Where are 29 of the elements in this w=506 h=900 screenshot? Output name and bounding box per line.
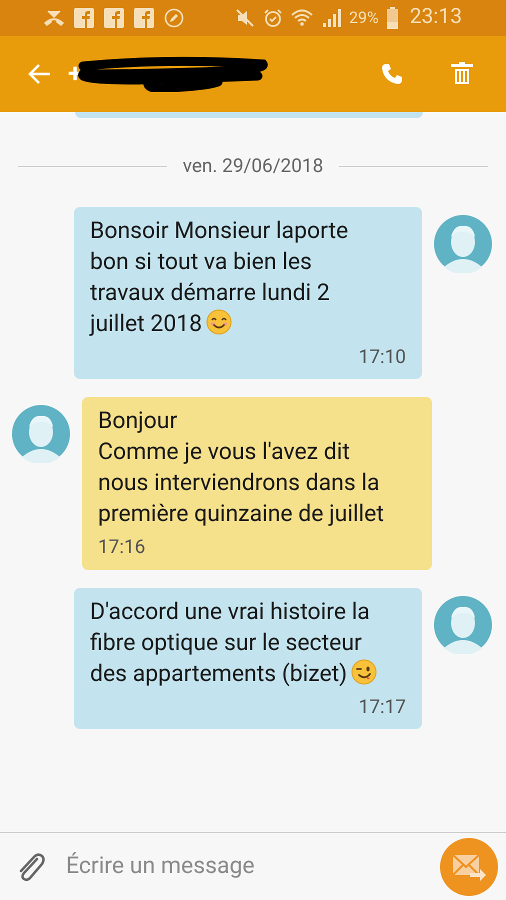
battery-percent: 29% [349, 7, 379, 29]
winking-face-icon [351, 658, 378, 684]
signal-icon [321, 8, 341, 28]
avatar-icon [434, 596, 492, 654]
missed-call-icon [44, 9, 64, 27]
back-arrow-icon [28, 63, 52, 85]
phone-icon [380, 62, 404, 86]
clock: 23:13 [410, 4, 462, 32]
mute-icon [235, 8, 255, 28]
alarm-icon [263, 8, 283, 28]
message-input[interactable]: Écrire un message [66, 849, 422, 884]
battery-icon [386, 7, 398, 29]
message-time: 17:17 [358, 694, 406, 720]
message-text: Bonjour Comme je vous l'avez dit nous interviendrons dans la première quinzaine de juillet [98, 406, 385, 529]
message-text: D'accord une vrai histoire la fibre optique sur le secteur des appartements (bizet) [90, 596, 390, 688]
avatar-icon [434, 214, 492, 272]
facebook-icon [74, 8, 94, 28]
envelope-arrow-icon [452, 852, 486, 880]
trash-icon [451, 62, 473, 86]
message-time: 17:16 [98, 534, 146, 560]
facebook-icon [104, 8, 124, 28]
message-time: 17:10 [358, 344, 406, 370]
pencil-circle-icon [164, 8, 184, 28]
smiling-face-icon [206, 308, 232, 334]
avatar-icon [12, 405, 70, 463]
message-text: Bonsoir Monsieur laporte bon si tout va bien les travaux démarre lundi 2 juillet 2018 [90, 216, 350, 338]
wifi-icon [291, 8, 313, 28]
date-separator: ven. 29/06/2018 [182, 153, 324, 179]
facebook-icon [134, 8, 154, 28]
